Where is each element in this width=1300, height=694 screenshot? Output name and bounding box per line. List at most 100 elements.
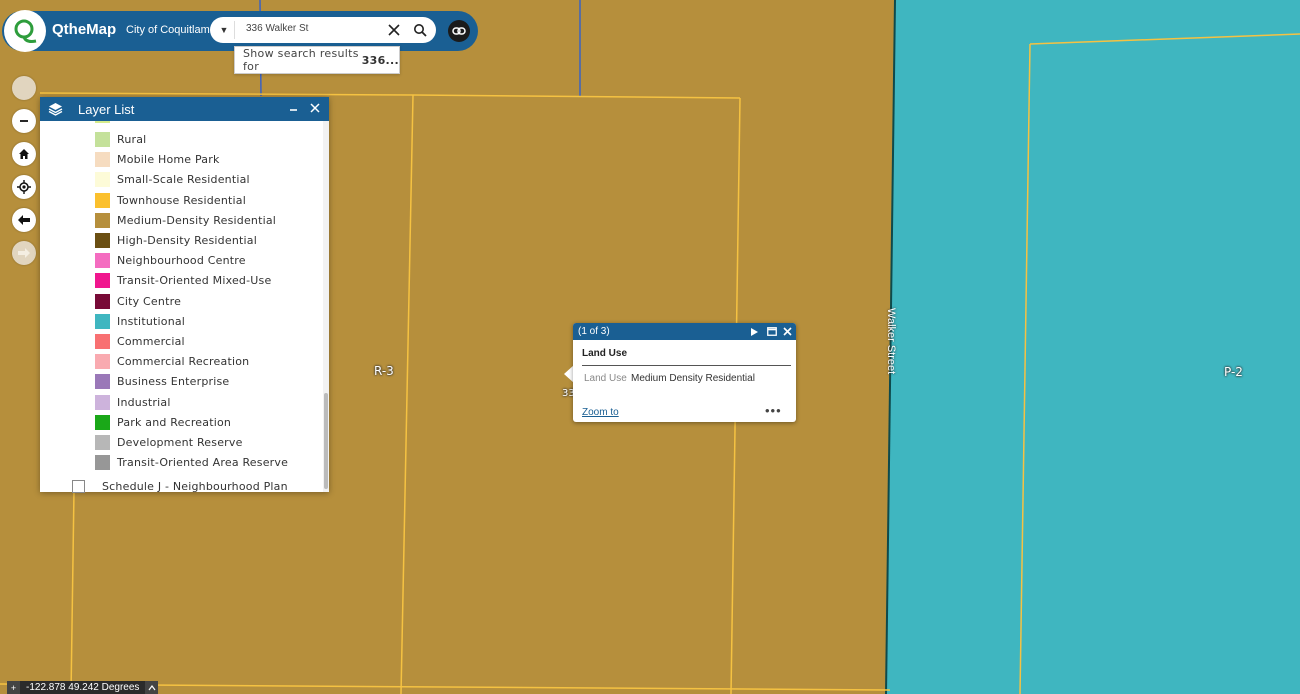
legend-swatch-partial [95,121,110,123]
legend-swatch [95,192,110,208]
legend-swatch [95,414,110,430]
legend-label: Small-Scale Residential [117,172,250,186]
legend-swatch [95,232,110,248]
legend-item: Business Enterprise [95,373,229,389]
zone-label-p2: P-2 [1224,365,1243,379]
legend-swatch [95,252,110,268]
parcel-line [400,94,414,694]
coordinate-mode-button[interactable]: + [7,681,20,694]
legend-item: Commercial Recreation [95,353,249,369]
app-logo[interactable] [4,10,46,52]
legend-label: Industrial [117,395,171,409]
next-feature-button[interactable] [748,325,760,338]
popup-title: Land Use [582,348,628,359]
minimize-button[interactable] [286,99,300,117]
legend-swatch [95,434,110,450]
legend-label: Medium-Density Residential [117,213,277,227]
locate-button[interactable] [12,175,36,199]
legend-swatch [95,353,110,369]
popup-field-value: Medium Density Residential [631,373,755,384]
legend-item: Transit-Oriented Area Reserve [95,454,288,470]
legend-item: Industrial [95,394,171,410]
legend-list[interactable]: Rural Mobile Home Park Small-Scale Residen… [40,121,324,492]
legend-label: Park and Recreation [117,415,232,429]
legend-swatch [95,373,110,389]
previous-extent-button[interactable] [12,208,36,232]
layer-item-schedule-j[interactable]: Schedule J - Neighbourhood Plan [72,480,288,493]
legend-label: Townhouse Residential [117,193,247,207]
legend-label: Neighbourhood Centre [117,253,246,267]
next-extent-button[interactable] [12,241,36,265]
search-button[interactable] [410,20,430,40]
arrow-left-icon [18,215,30,225]
legend-swatch [95,212,110,228]
legend-label: Rural [117,132,147,146]
feature-popup: (1 of 3) Land Use Land Use Medium Densit… [573,323,796,422]
zoom-in-button[interactable] [12,76,36,100]
legend-item: High-Density Residential [95,232,257,248]
legend-swatch [95,333,110,349]
coordinate-bar: + -122.878 49.242 Degrees [7,681,159,694]
minimize-icon [289,108,297,111]
legend-label: Transit-Oriented Area Reserve [117,455,289,469]
legend-item: City Centre [95,293,181,309]
chevron-up-icon [148,684,156,690]
close-icon [388,24,400,36]
more-actions-button[interactable]: ••• [765,403,782,418]
legend-item: Neighbourhood Centre [95,252,246,268]
link-icon [452,27,466,35]
search-input[interactable] [244,22,380,35]
legend-swatch [95,313,110,329]
zoom-to-link[interactable]: Zoom to [582,407,619,418]
close-icon [783,326,792,336]
legend-swatch [95,171,110,187]
layer-list-panel: Layer List Rural Mobile Home Park Small-Sc… [40,97,329,493]
legend-label: Commercial Recreation [117,354,250,368]
maximize-button[interactable] [766,325,778,338]
zone-label-r3: R-3 [374,364,394,378]
legend-swatch [95,454,110,470]
legend-swatch [95,131,110,147]
scrollbar-thumb[interactable] [324,393,328,489]
legend-swatch [95,293,110,309]
search-divider [234,21,235,39]
maximize-icon [767,327,777,336]
popup-header: (1 of 3) [573,323,796,340]
search-suggestion[interactable]: Show search results for 336... [234,46,400,74]
street-label: Walker Street [885,308,897,375]
arrow-right-icon [18,248,30,258]
home-button[interactable] [12,142,36,166]
logo-icon [14,19,37,43]
legend-swatch [95,394,110,410]
play-icon [750,327,758,336]
layer-list-header: Layer List [40,97,329,121]
search-source-dropdown[interactable]: ▼ [216,21,232,39]
popup-divider [582,365,791,366]
layers-icon [48,102,63,121]
popup-count: (1 of 3) [578,326,610,337]
close-icon [310,103,320,113]
legend-label: Transit-Oriented Mixed-Use [117,273,272,287]
legend-label: Development Reserve [117,435,243,449]
legend-item: Commercial [95,333,185,349]
legend-swatch [95,151,110,167]
popup-field-label: Land Use [584,373,627,384]
suggestion-term: 336... [361,53,399,67]
layer-visibility-checkbox[interactable] [72,480,85,493]
legend-label: Institutional [117,314,186,328]
layer-item-label: Schedule J - Neighbourhood Plan [102,480,288,493]
coordinate-readout: -122.878 49.242 Degrees [26,682,140,693]
clear-search-button[interactable] [384,20,404,40]
coordinate-expand-button[interactable] [145,681,159,694]
share-link-button[interactable] [448,20,470,42]
legend-item: Townhouse Residential [95,192,246,208]
close-popup-button[interactable] [781,324,794,338]
home-icon [19,149,29,159]
zoom-out-button[interactable] [12,109,36,133]
parcel-line [70,489,75,694]
close-panel-button[interactable] [307,99,323,117]
legend-swatch [95,272,110,288]
search-icon [414,24,427,37]
institutional-zone [886,0,1300,694]
brand-name: QtheMap [52,21,117,38]
